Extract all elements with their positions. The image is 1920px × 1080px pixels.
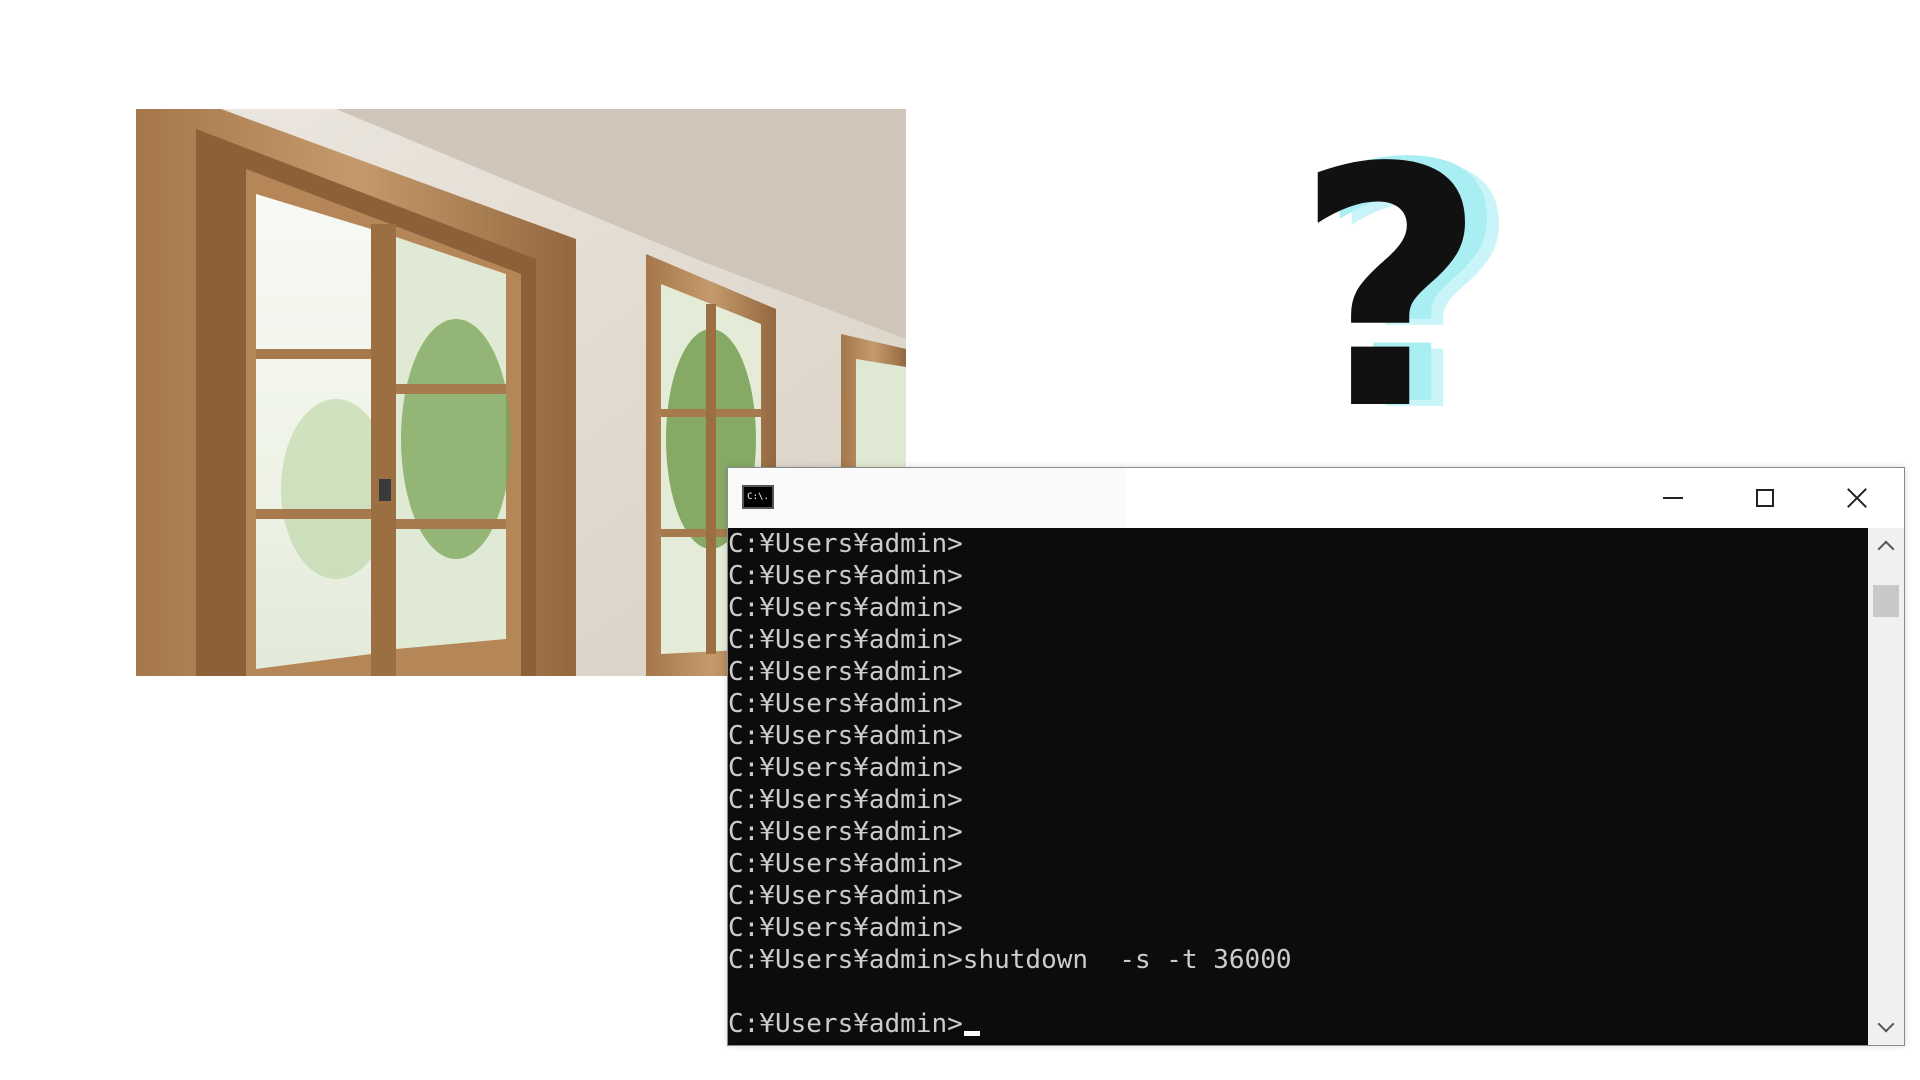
terminal-line: C:¥Users¥admin>: [728, 657, 963, 687]
chevron-up-icon: [1877, 540, 1895, 558]
terminal-output[interactable]: C:¥Users¥admin> C:¥Users¥admin> C:¥Users…: [728, 528, 1868, 1045]
minimize-button[interactable]: [1627, 468, 1719, 528]
terminal-line: C:¥Users¥admin>: [728, 721, 963, 751]
terminal-line: C:¥Users¥admin>: [728, 913, 963, 943]
terminal-line: C:¥Users¥admin>: [728, 529, 963, 559]
shutdown-command-line: C:¥Users¥admin>shutdown -s -t 36000: [728, 945, 1292, 975]
terminal-line: C:¥Users¥admin>: [728, 561, 963, 591]
vertical-scrollbar[interactable]: [1868, 528, 1904, 1045]
terminal-line: C:¥Users¥admin>: [728, 849, 963, 879]
close-icon: [1846, 487, 1868, 509]
text-cursor: [963, 1031, 980, 1036]
title-area[interactable]: C:\.: [728, 468, 1126, 528]
terminal-lines: C:¥Users¥admin> C:¥Users¥admin> C:¥Users…: [728, 528, 1868, 1040]
question-mark-graphic: ? ? ?: [1295, 98, 1545, 482]
command-prompt-icon[interactable]: C:\.: [742, 485, 774, 509]
scroll-thumb[interactable]: [1873, 585, 1899, 617]
scroll-up-button[interactable]: [1868, 528, 1904, 564]
terminal-line: C:¥Users¥admin>: [728, 689, 963, 719]
slide-canvas: ? ? ? C:\. C:¥Users¥admin> C:¥Users¥admi…: [0, 0, 1920, 1080]
active-prompt: C:¥Users¥admin>: [728, 1009, 963, 1039]
minimize-icon: [1663, 497, 1683, 499]
command-prompt-window[interactable]: C:\. C:¥Users¥admin> C:¥Users¥admin> C:¥…: [727, 467, 1905, 1046]
question-mark: ?: [1295, 98, 1487, 482]
scroll-down-button[interactable]: [1868, 1009, 1904, 1045]
terminal-line: C:¥Users¥admin>: [728, 785, 963, 815]
terminal-line: C:¥Users¥admin>: [728, 625, 963, 655]
maximize-icon: [1756, 489, 1774, 507]
terminal-line: C:¥Users¥admin>: [728, 753, 963, 783]
terminal-line: C:¥Users¥admin>: [728, 593, 963, 623]
terminal-line: C:¥Users¥admin>: [728, 817, 963, 847]
chevron-down-icon: [1877, 1015, 1895, 1033]
terminal-blank-line: [728, 976, 1868, 1008]
title-bar[interactable]: C:\.: [728, 468, 1904, 528]
close-button[interactable]: [1811, 468, 1903, 528]
active-prompt-line[interactable]: C:¥Users¥admin>: [728, 1008, 1868, 1040]
maximize-button[interactable]: [1719, 468, 1811, 528]
terminal-line: C:¥Users¥admin>: [728, 881, 963, 911]
